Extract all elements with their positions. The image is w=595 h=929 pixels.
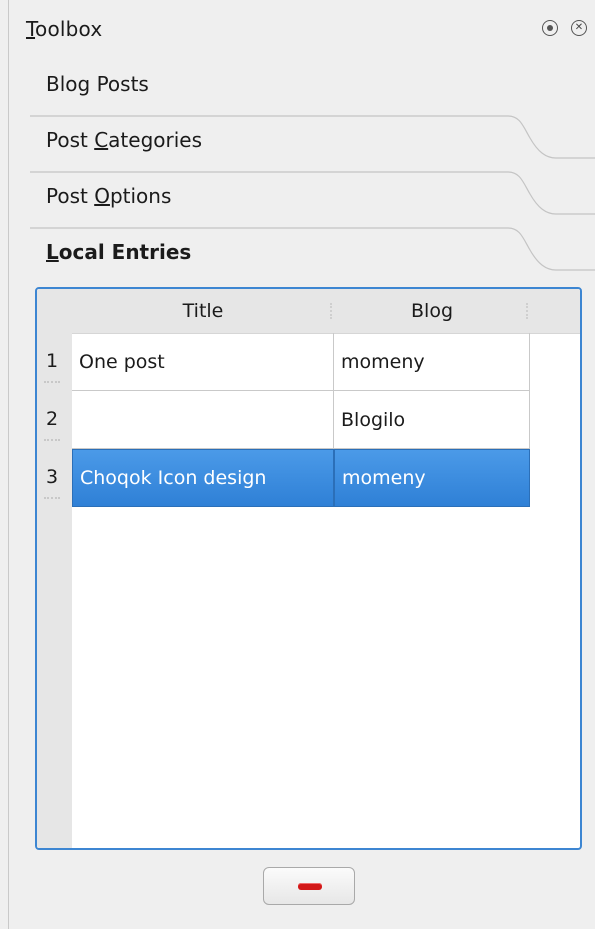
tab-label: Blog Posts [46,72,149,96]
row-number[interactable]: 3 [37,449,72,507]
cell-title-selected[interactable]: Choqok Icon design [72,449,334,507]
minus-icon [298,883,322,890]
cell-title[interactable] [72,391,334,449]
title-bar[interactable]: Toolbox ✕ [8,0,595,58]
row-header: 1 2 3 [37,333,72,848]
cell-blog[interactable]: momeny [334,333,530,391]
tab-blog-posts[interactable]: Blog Posts [8,58,595,114]
column-separator[interactable] [330,303,333,319]
tab-label: Post Options [46,184,172,208]
tab-local-entries[interactable]: Local Entries [8,226,595,282]
local-entries-table[interactable]: Title Blog 1 2 3 One post momeny Blogilo… [35,287,582,850]
window-title: Toolbox [26,17,103,41]
column-header-blog[interactable]: Blog [334,289,530,333]
row-number[interactable]: 2 [37,391,72,449]
column-separator[interactable] [526,303,529,319]
remove-entry-button[interactable] [263,867,355,905]
tab-post-options[interactable]: Post Options [8,170,595,226]
close-icon[interactable]: ✕ [571,20,587,36]
float-icon[interactable] [542,20,558,36]
tab-post-categories[interactable]: Post Categories [8,114,595,170]
column-header-title[interactable]: Title [72,289,334,333]
cell-title[interactable]: One post [72,333,334,391]
table-header: Title Blog [72,289,580,334]
row-number[interactable]: 1 [37,333,72,391]
tab-label: Post Categories [46,128,203,152]
cell-blog-selected[interactable]: momeny [334,449,530,507]
cell-blog[interactable]: Blogilo [334,391,530,449]
tab-label: Local Entries [46,240,192,264]
table-corner[interactable] [37,289,72,333]
